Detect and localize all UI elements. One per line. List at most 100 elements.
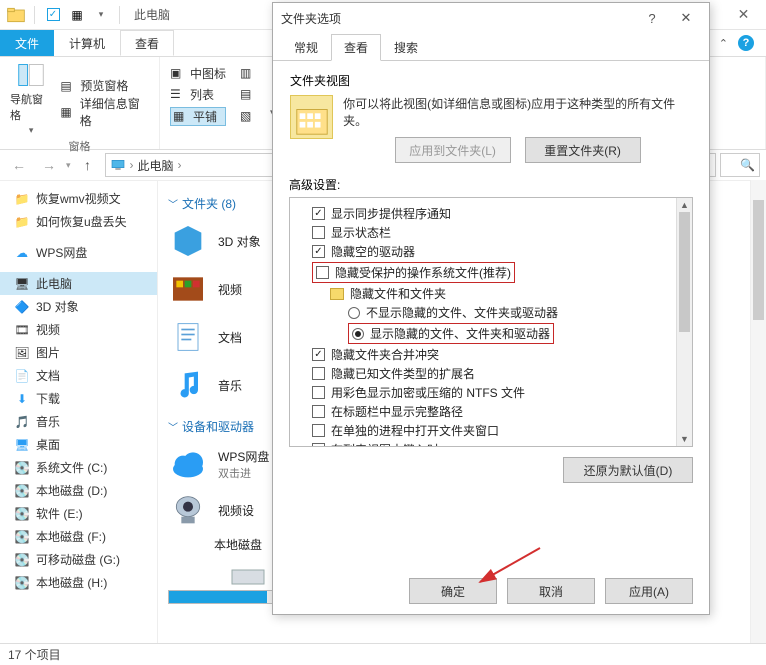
advanced-item[interactable]: 在标题栏中显示完整路径 bbox=[294, 402, 688, 421]
qat-dropdown-icon[interactable]: ▾ bbox=[91, 5, 111, 25]
advanced-item[interactable]: 隐藏文件和文件夹 bbox=[294, 284, 688, 303]
advanced-item[interactable]: 隐藏已知文件类型的扩展名 bbox=[294, 364, 688, 383]
tree-item-label: 系统文件 (C:) bbox=[36, 459, 107, 476]
up-button[interactable]: ↑ bbox=[75, 152, 101, 178]
layout-extra2[interactable]: ▥ bbox=[240, 65, 256, 82]
advanced-scrollbar[interactable]: ▲▼ bbox=[676, 198, 692, 446]
advanced-settings-list[interactable]: 显示同步提供程序通知显示状态栏隐藏空的驱动器隐藏受保护的操作系统文件(推荐)隐藏… bbox=[289, 197, 693, 447]
layout-medium-icons[interactable]: ▣中图标 bbox=[170, 65, 226, 82]
cancel-button[interactable]: 取消 bbox=[507, 578, 595, 604]
help-icon[interactable]: ? bbox=[738, 35, 754, 51]
tree-item[interactable]: 💽系统文件 (C:) bbox=[0, 456, 157, 479]
checkbox-icon[interactable] bbox=[312, 245, 325, 258]
checkbox-icon[interactable] bbox=[312, 226, 325, 239]
drive-icon: 💽 bbox=[14, 553, 30, 567]
reset-folders-button[interactable]: 重置文件夹(R) bbox=[525, 137, 641, 163]
tree-item-label: 本地磁盘 (H:) bbox=[36, 574, 107, 591]
advanced-item[interactable]: 隐藏文件夹合并冲突 bbox=[294, 345, 688, 364]
dialog-close-button[interactable]: ✕ bbox=[671, 6, 701, 30]
advanced-item[interactable]: 显示状态栏 bbox=[294, 223, 688, 242]
search-box[interactable]: 🔍 bbox=[720, 153, 760, 177]
tree-item[interactable]: 🖥桌面 bbox=[0, 433, 157, 456]
ribbon-collapse-icon[interactable]: ⌃ bbox=[719, 37, 728, 50]
checkbox-icon[interactable] bbox=[316, 266, 329, 279]
advanced-item[interactable]: 用彩色显示加密或压缩的 NTFS 文件 bbox=[294, 383, 688, 402]
tree-item[interactable]: 💽本地磁盘 (F:) bbox=[0, 525, 157, 548]
advanced-item[interactable]: 不显示隐藏的文件、文件夹或驱动器 bbox=[294, 303, 688, 322]
checkbox-icon[interactable] bbox=[312, 207, 325, 220]
checkbox-icon[interactable] bbox=[312, 367, 325, 380]
close-button[interactable]: ✕ bbox=[721, 0, 766, 30]
forward-button[interactable]: → bbox=[36, 152, 62, 178]
ok-button[interactable]: 确定 bbox=[409, 578, 497, 604]
tree-item[interactable]: ☁WPS网盘 bbox=[0, 241, 157, 264]
back-button[interactable]: ← bbox=[6, 152, 32, 178]
radio-icon[interactable] bbox=[348, 307, 360, 319]
drive-icon: 💽 bbox=[14, 484, 30, 498]
tree-item[interactable]: 💽本地磁盘 (H:) bbox=[0, 571, 157, 594]
dialog-help-button[interactable]: ? bbox=[637, 6, 667, 30]
layout-extra3[interactable]: ▤ bbox=[240, 86, 256, 103]
nav-pane-button[interactable]: 导航窗格 ▾ bbox=[10, 61, 52, 136]
advanced-item[interactable]: 显示隐藏的文件、文件夹和驱动器 bbox=[294, 322, 688, 345]
dialog-tab-search[interactable]: 搜索 bbox=[381, 34, 431, 61]
advanced-item[interactable]: 隐藏空的驱动器 bbox=[294, 242, 688, 261]
dialog-tab-general[interactable]: 常规 bbox=[281, 34, 331, 61]
dialog-title: 文件夹选项 bbox=[281, 10, 341, 27]
folder-qat-icon bbox=[6, 5, 26, 25]
apply-to-folders-button[interactable]: 应用到文件夹(L) bbox=[395, 137, 511, 163]
advanced-item-label: 隐藏已知文件类型的扩展名 bbox=[331, 365, 475, 382]
nav-tree[interactable]: 📁恢复wmv视频文📁如何恢复u盘丢失 ☁WPS网盘 🖥此电脑🔷3D 对象🎞视频🖼图片… bbox=[0, 181, 158, 643]
restore-defaults-button[interactable]: 还原为默认值(D) bbox=[563, 457, 693, 483]
checkbox-icon[interactable] bbox=[312, 348, 325, 361]
radio-icon[interactable] bbox=[352, 328, 364, 340]
tree-item[interactable]: 📁恢复wmv视频文 bbox=[0, 187, 157, 210]
tree-item[interactable]: 🔷3D 对象 bbox=[0, 295, 157, 318]
folder-icon: 📁 bbox=[14, 192, 30, 206]
tree-item[interactable]: 🎞视频 bbox=[0, 318, 157, 341]
dialog-tab-view[interactable]: 查看 bbox=[331, 34, 381, 61]
folder-options-dialog: 文件夹选项 ? ✕ 常规 查看 搜索 文件夹视图 你可以将此视图(如详细信息或图… bbox=[272, 2, 710, 615]
tree-item[interactable]: 🖥此电脑 bbox=[0, 272, 157, 295]
item-label: 音乐 bbox=[218, 377, 242, 394]
history-dropdown-icon[interactable]: ▾ bbox=[66, 160, 71, 171]
details-pane-button[interactable]: ▦详细信息窗格 bbox=[60, 101, 149, 123]
advanced-item[interactable]: 显示同步提供程序通知 bbox=[294, 204, 688, 223]
qat-check-icon[interactable] bbox=[43, 5, 63, 25]
checkbox-icon[interactable] bbox=[312, 443, 325, 447]
layout-extra4[interactable]: ▧ bbox=[240, 107, 256, 126]
tree-item-label: 下载 bbox=[36, 390, 60, 407]
tree-item-label: 视频 bbox=[36, 321, 60, 338]
layout-list[interactable]: ☰列表 bbox=[170, 86, 226, 103]
advanced-item[interactable]: 在列表视图中键入时 bbox=[294, 440, 688, 447]
ribbon-tab-view[interactable]: 查看 bbox=[120, 30, 174, 56]
tree-item[interactable]: 🎵音乐 bbox=[0, 410, 157, 433]
drive-icon bbox=[228, 562, 268, 590]
tree-item[interactable]: ⬇下载 bbox=[0, 387, 157, 410]
ribbon-file-tab[interactable]: 文件 bbox=[0, 30, 54, 56]
scrollbar[interactable] bbox=[750, 180, 766, 643]
tree-item[interactable]: 📄文档 bbox=[0, 364, 157, 387]
preview-pane-button[interactable]: ▤预览窗格 bbox=[60, 75, 149, 97]
tree-item-label: 文档 bbox=[36, 367, 60, 384]
item-label: 本地磁盘 bbox=[214, 536, 262, 553]
ribbon-tab-computer[interactable]: 计算机 bbox=[54, 30, 120, 56]
apply-button[interactable]: 应用(A) bbox=[605, 578, 693, 604]
advanced-item[interactable]: 隐藏受保护的操作系统文件(推荐) bbox=[294, 261, 688, 284]
tree-item[interactable]: 💽本地磁盘 (D:) bbox=[0, 479, 157, 502]
layout-tiles[interactable]: ▦平铺 bbox=[170, 107, 226, 126]
advanced-item-label: 在单独的进程中打开文件夹窗口 bbox=[331, 422, 499, 439]
checkbox-icon[interactable] bbox=[312, 424, 325, 437]
checkbox-icon[interactable] bbox=[312, 405, 325, 418]
tree-item[interactable]: 📁如何恢复u盘丢失 bbox=[0, 210, 157, 233]
item-label: 视频设 bbox=[218, 502, 254, 519]
advanced-label: 高级设置: bbox=[289, 176, 693, 193]
tree-item[interactable]: 🖼图片 bbox=[0, 341, 157, 364]
advanced-item[interactable]: 在单独的进程中打开文件夹窗口 bbox=[294, 421, 688, 440]
tree-item[interactable]: 💽可移动磁盘 (G:) bbox=[0, 548, 157, 571]
breadcrumb-crumb[interactable]: 此电脑 bbox=[138, 157, 174, 174]
checkbox-icon[interactable] bbox=[312, 386, 325, 399]
tree-item[interactable]: 💽软件 (E:) bbox=[0, 502, 157, 525]
qat-props-icon[interactable]: ▦ bbox=[67, 5, 87, 25]
music-icon bbox=[168, 365, 208, 405]
